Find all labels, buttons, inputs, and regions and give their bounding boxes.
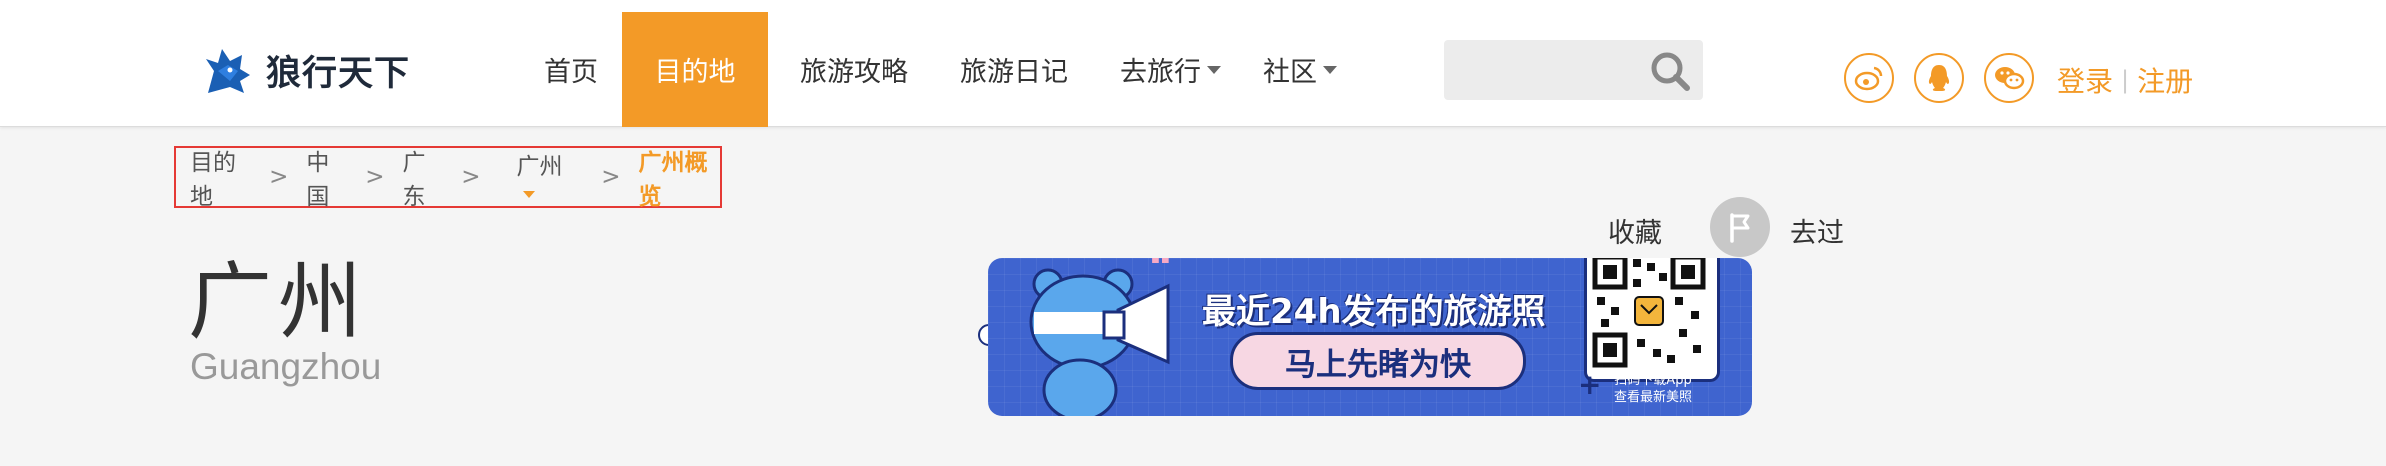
auth-links: 登录 | 注册 — [2057, 60, 2193, 100]
chevron-down-icon — [522, 191, 535, 198]
main-nav: 首页 目的地 旅游攻略 旅游日记 去旅行 社区 — [520, 12, 1357, 127]
been-flag-button[interactable] — [1710, 197, 1770, 257]
flag-icon — [1730, 213, 1750, 243]
collect-button[interactable]: 收藏 — [1608, 211, 1662, 250]
breadcrumb-china[interactable]: 中国 — [306, 143, 347, 211]
nav-home[interactable]: 首页 — [520, 12, 622, 127]
chevron-down-icon — [1323, 65, 1337, 74]
nav-home-label: 首页 — [544, 57, 598, 88]
nav-go-travel[interactable]: 去旅行 — [1098, 12, 1243, 127]
chevron-down-icon — [1207, 65, 1221, 74]
logo-text: 狼行天下 — [266, 53, 411, 94]
nav-travel-guides[interactable]: 旅游攻略 — [768, 12, 930, 127]
nav-destination-label: 目的地 — [654, 57, 736, 88]
site-logo[interactable]: 狼行天下 — [200, 40, 410, 100]
breadcrumb: 目的地 > 中国 > 广东 > 广州 > 广州概览 — [174, 143, 722, 211]
banner-cta-button[interactable]: 马上先睹为快 — [1230, 332, 1526, 390]
qr-caption: 扫码下载App 查看最新美照 — [1588, 372, 1718, 406]
search-input[interactable] — [1444, 40, 1662, 100]
wolf-logo-icon — [206, 49, 250, 93]
breadcrumb-guangdong[interactable]: 广东 — [402, 143, 443, 211]
nav-go-travel-label: 去旅行 — [1120, 57, 1201, 88]
breadcrumb-destination[interactable]: 目的地 — [190, 143, 251, 211]
nav-destination[interactable]: 目的地 — [622, 12, 768, 127]
qr-caption-line1: 扫码下载App — [1614, 373, 1692, 388]
breadcrumb-separator: > — [269, 164, 289, 190]
been-label[interactable]: 去过 — [1790, 211, 1844, 250]
qr-caption-line2: 查看最新美照 — [1613, 390, 1692, 405]
mascot-bear-icon: “ — [1029, 258, 1174, 416]
qq-icon[interactable] — [1914, 53, 1964, 103]
breadcrumb-guangzhou-dropdown[interactable]: 广州 — [517, 147, 574, 207]
register-link[interactable]: 注册 — [2137, 60, 2193, 100]
nav-community[interactable]: 社区 — [1243, 12, 1357, 127]
top-header: 狼行天下 首页 目的地 旅游攻略 旅游日记 去旅行 社区 登录 | 注册 — [0, 0, 2386, 127]
breadcrumb-current: 广州概览 — [638, 150, 708, 210]
breadcrumb-separator: > — [601, 164, 621, 190]
auth-separator: | — [2121, 66, 2130, 94]
banner-title: 最近24h发布的旅游照 — [1202, 292, 1546, 332]
decor-plus: + — [1578, 368, 1602, 401]
nav-travel-diary-label: 旅游日记 — [960, 57, 1068, 88]
weibo-icon[interactable] — [1844, 53, 1894, 103]
wechat-icon[interactable] — [1984, 53, 2034, 103]
svg-text:“: “ — [1148, 258, 1174, 290]
login-link[interactable]: 登录 — [2057, 60, 2113, 100]
nav-community-label: 社区 — [1263, 57, 1317, 88]
city-name-cn: 广州 — [188, 253, 369, 351]
nav-travel-guides-label: 旅游攻略 — [800, 57, 908, 88]
app-promo-banner[interactable]: “ 最近24h发布的旅游照 马上先睹为快 扫码下载App 查看最新美照 — [988, 258, 1752, 416]
social-links — [1844, 53, 2034, 103]
qr-code — [1584, 258, 1720, 382]
breadcrumb-separator: > — [365, 164, 385, 190]
search-icon[interactable] — [1649, 50, 1691, 92]
city-name-en: Guangzhou — [190, 346, 382, 387]
breadcrumb-separator: > — [461, 164, 481, 190]
breadcrumb-guangzhou-label: 广州 — [516, 154, 563, 180]
search-box — [1444, 40, 1703, 100]
nav-travel-diary[interactable]: 旅游日记 — [930, 12, 1098, 127]
qr-code-icon — [1592, 258, 1706, 368]
